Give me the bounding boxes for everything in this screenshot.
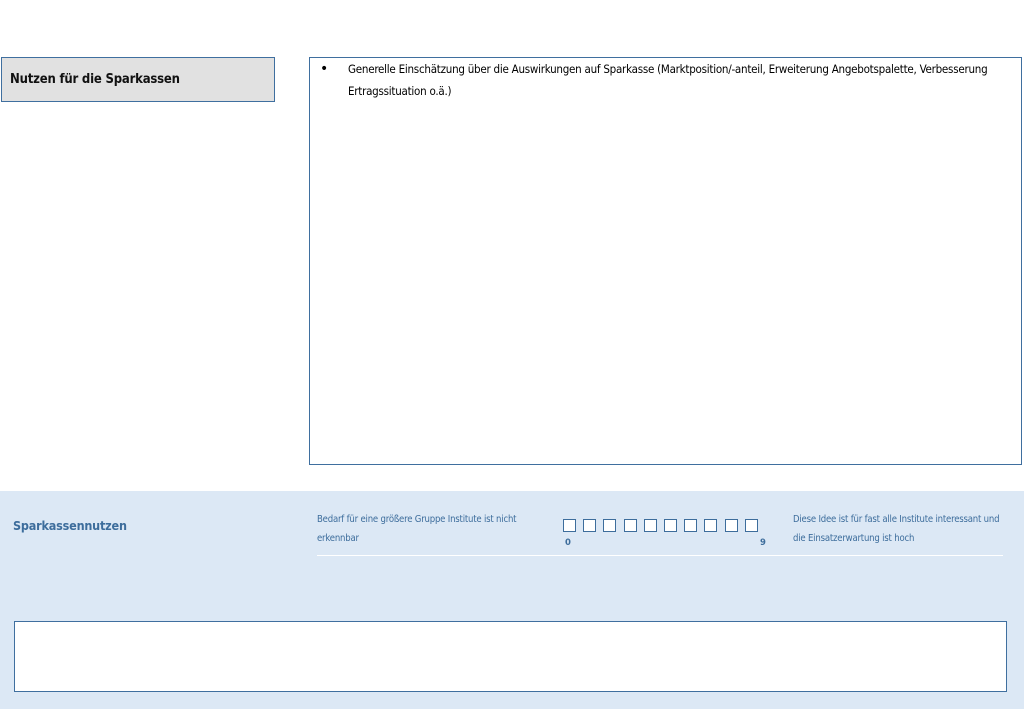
scale-high-description: Diese Idee ist für fast alle Institute i… [793,514,1000,544]
scale-low-description: Bedarf für eine größere Gruppe Institute… [317,514,517,544]
rating-checkbox-7[interactable] [704,519,718,532]
rating-checkbox-0[interactable] [563,519,576,532]
bullet-list: • Generelle Einschätzung über die Auswir… [318,62,998,102]
scale-min-label: 0 [565,538,571,548]
rating-checkbox-2[interactable] [603,519,617,532]
scale-max-label: 9 [760,538,766,548]
section-label-text: Nutzen für die Sparkassen [10,72,180,87]
rating-checkbox-3[interactable] [623,519,637,532]
rating-scale [563,519,758,532]
bullet-icon: • [320,61,329,77]
rating-checkbox-4[interactable] [643,519,657,532]
section-label: Nutzen für die Sparkassen [1,57,275,102]
rating-checkbox-6[interactable] [684,519,698,532]
form-page: Nutzen für die Sparkassen • Generelle Ei… [0,0,1024,709]
list-item: • Generelle Einschätzung über die Auswir… [318,62,998,102]
rating-checkbox-5[interactable] [663,519,677,532]
rating-checkbox-1[interactable] [583,519,597,532]
bullet-text: Generelle Einschätzung über die Auswirku… [348,62,988,98]
scale-divider [317,555,1003,556]
rating-checkbox-9[interactable] [744,519,758,532]
comment-input[interactable] [14,621,1007,692]
rating-title: Sparkassennutzen [13,518,127,533]
rating-panel: Sparkassennutzen Bedarf für eine größere… [0,491,1024,709]
content-text-area[interactable]: • Generelle Einschätzung über die Auswir… [309,57,1022,465]
rating-checkbox-8[interactable] [724,519,738,532]
